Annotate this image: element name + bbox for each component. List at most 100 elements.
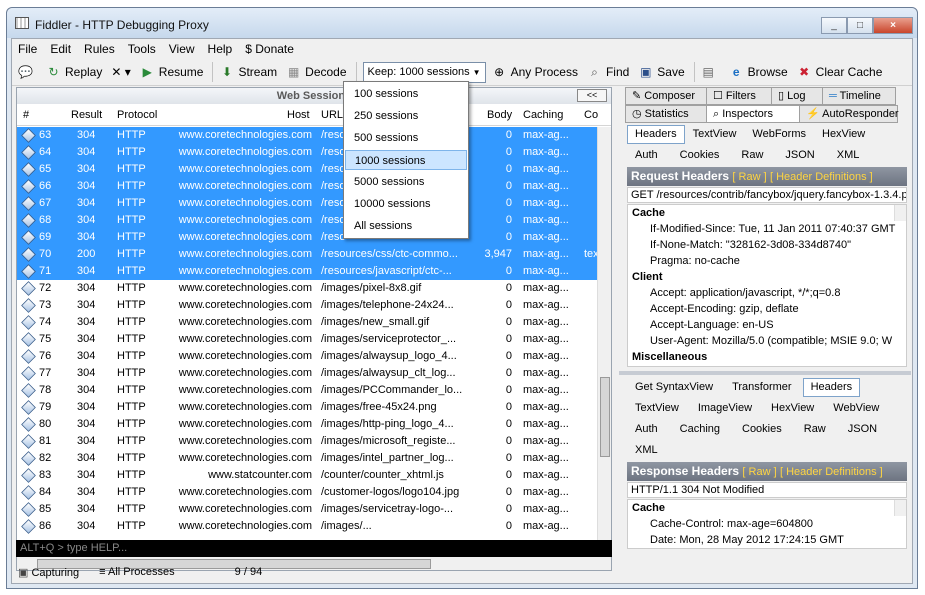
col-caching[interactable]: Caching: [523, 109, 563, 121]
resp-tab-webview[interactable]: WebView: [825, 399, 887, 418]
req-tab-raw[interactable]: Raw: [733, 146, 771, 165]
table-row[interactable]: 77 304 HTTP www.coretechnologies.com/images…: [17, 365, 597, 382]
keep-option[interactable]: 250 sessions: [345, 106, 467, 126]
comment-button[interactable]: 💬: [18, 65, 37, 80]
table-row[interactable]: 76 304 HTTP www.coretechnologies.com/images…: [17, 348, 597, 365]
screenshot-button[interactable]: ▤: [701, 65, 720, 80]
resp-tab-raw[interactable]: Raw: [796, 420, 834, 439]
maximize-button[interactable]: □: [847, 17, 873, 34]
capturing-indicator[interactable]: ▣ Capturing: [18, 566, 79, 579]
menu-donate[interactable]: $ Donate: [245, 42, 294, 56]
resp-tab-textview[interactable]: TextView: [627, 399, 687, 418]
col-content-type[interactable]: Co: [584, 109, 598, 121]
pane-splitter[interactable]: [619, 371, 911, 375]
save-button[interactable]: ▣ Save: [638, 65, 685, 80]
table-row[interactable]: 85 304 HTTP www.coretechnologies.com/images…: [17, 501, 597, 518]
col-number[interactable]: #: [23, 109, 29, 121]
table-row[interactable]: 79 304 HTTP www.coretechnologies.com/images…: [17, 399, 597, 416]
clear-cache-button[interactable]: ✖ Clear Cache: [797, 65, 882, 80]
keep-option[interactable]: 5000 sessions: [345, 172, 467, 192]
tab-timeline[interactable]: ═ Timeline: [822, 87, 896, 105]
table-row[interactable]: 82 304 HTTP www.coretechnologies.com/images…: [17, 450, 597, 467]
browse-button[interactable]: e Browse: [729, 65, 788, 80]
menu-file[interactable]: File: [18, 42, 37, 56]
table-row[interactable]: 75 304 HTTP www.coretechnologies.com/images…: [17, 331, 597, 348]
find-button[interactable]: ⌕ Find: [587, 65, 629, 80]
replay-button[interactable]: ↻ Replay: [46, 65, 102, 80]
table-row[interactable]: 67 304 HTTP www.coretechnologies.com/reso 0 m…: [17, 195, 597, 212]
resp-tab-syntaxview[interactable]: Get SyntaxView: [627, 378, 721, 397]
req-tab-headers[interactable]: Headers: [627, 125, 685, 144]
col-protocol[interactable]: Protocol: [117, 109, 157, 121]
tab-filters[interactable]: ☐ Filters: [706, 87, 772, 105]
keep-option[interactable]: All sessions: [345, 216, 467, 236]
req-tab-hexview[interactable]: HexView: [814, 125, 873, 144]
keep-sessions-dropdown[interactable]: Keep: 1000 sessions ▼: [362, 61, 486, 83]
table-row[interactable]: 83 304 HTTP www.statcounter.com/counter/cou…: [17, 467, 597, 484]
vertical-scrollbar[interactable]: [597, 127, 611, 557]
process-filter[interactable]: ≡ All Processes: [99, 566, 175, 578]
close-button[interactable]: ×: [873, 17, 913, 34]
keep-option[interactable]: 10000 sessions: [345, 194, 467, 214]
req-tab-xml[interactable]: XML: [829, 146, 868, 165]
req-tab-textview[interactable]: TextView: [685, 125, 745, 144]
req-tab-auth[interactable]: Auth: [627, 146, 666, 165]
table-row[interactable]: 63 304 HTTP www.coretechnologies.com/reso 0 m…: [17, 127, 597, 144]
resp-tab-cookies[interactable]: Cookies: [734, 420, 790, 439]
resp-tab-hexview[interactable]: HexView: [763, 399, 822, 418]
resp-raw-link[interactable]: [ Raw ]: [742, 466, 776, 478]
decode-button[interactable]: ▦ Decode: [286, 65, 347, 80]
stream-button[interactable]: ⬇ Stream: [219, 65, 277, 80]
table-row[interactable]: 72 304 HTTP www.coretechnologies.com/images…: [17, 280, 597, 297]
table-row[interactable]: 86 304 HTTP www.coretechnologies.com/images…: [17, 518, 597, 535]
keep-option[interactable]: 500 sessions: [345, 128, 467, 148]
col-url[interactable]: URL: [321, 109, 343, 121]
resp-header-definitions-link[interactable]: [ Header Definitions ]: [780, 466, 883, 478]
remove-button[interactable]: ✕ ▾: [111, 65, 130, 79]
resp-tab-caching[interactable]: Caching: [672, 420, 728, 439]
menu-rules[interactable]: Rules: [84, 42, 115, 56]
collapse-button[interactable]: <<: [577, 89, 607, 102]
resp-tab-imageview[interactable]: ImageView: [690, 399, 760, 418]
tab-statistics[interactable]: ◷ Statistics: [625, 105, 707, 123]
any-process-button[interactable]: ⊕ Any Process: [492, 65, 578, 80]
quickexec-input[interactable]: ALT+Q > type HELP...: [16, 540, 612, 557]
keep-option[interactable]: 1000 sessions: [345, 150, 467, 170]
table-row[interactable]: 74 304 HTTP www.coretechnologies.com/images…: [17, 314, 597, 331]
table-row[interactable]: 78 304 HTTP www.coretechnologies.com/images…: [17, 382, 597, 399]
table-row[interactable]: 68 304 HTTP www.coretechnologies.com/reso 0 m…: [17, 212, 597, 229]
resp-tab-xml[interactable]: XML: [627, 441, 666, 460]
table-row[interactable]: 73 304 HTTP www.coretechnologies.com/images…: [17, 297, 597, 314]
menu-edit[interactable]: Edit: [50, 42, 71, 56]
resume-button[interactable]: ▶ Resume: [140, 65, 204, 80]
tab-composer[interactable]: ✎ Composer: [625, 87, 707, 105]
header-scrollbar[interactable]: [894, 205, 906, 221]
resp-tab-auth[interactable]: Auth: [627, 420, 666, 439]
table-row[interactable]: 80 304 HTTP www.coretechnologies.com/images…: [17, 416, 597, 433]
req-tab-webforms[interactable]: WebForms: [744, 125, 814, 144]
raw-link[interactable]: [ Raw ]: [732, 171, 766, 183]
col-result[interactable]: Result: [71, 109, 102, 121]
title-bar[interactable]: Fiddler - HTTP Debugging Proxy _ □ ×: [7, 8, 917, 38]
tab-autoresponder[interactable]: ⚡ AutoResponder: [799, 105, 899, 123]
col-body[interactable]: Body: [487, 109, 512, 121]
header-scrollbar[interactable]: [894, 500, 906, 516]
resp-tab-transformer[interactable]: Transformer: [724, 378, 800, 397]
table-row[interactable]: 84 304 HTTP www.coretechnologies.com/custom…: [17, 484, 597, 501]
scroll-thumb[interactable]: [600, 377, 610, 457]
minimize-button[interactable]: _: [821, 17, 847, 34]
resp-tab-headers[interactable]: Headers: [802, 378, 861, 397]
table-row[interactable]: 66 304 HTTP www.coretechnologies.com/reso 0 m…: [17, 178, 597, 195]
table-row[interactable]: 69 304 HTTP www.coretechnologies.com/reso 0 m…: [17, 229, 597, 246]
table-row[interactable]: 71 304 HTTP www.coretechnologies.com/resour…: [17, 263, 597, 280]
table-row[interactable]: 81 304 HTTP www.coretechnologies.com/images…: [17, 433, 597, 450]
table-row[interactable]: 65 304 HTTP www.coretechnologies.com/reso 0 m…: [17, 161, 597, 178]
col-host[interactable]: Host: [287, 109, 310, 121]
keep-option[interactable]: 100 sessions: [345, 84, 467, 104]
table-row[interactable]: 64 304 HTTP www.coretechnologies.com/reso 0 m…: [17, 144, 597, 161]
req-tab-cookies[interactable]: Cookies: [672, 146, 728, 165]
header-definitions-link[interactable]: [ Header Definitions ]: [770, 171, 873, 183]
tab-log[interactable]: ▯ Log: [771, 87, 823, 105]
menu-tools[interactable]: Tools: [128, 42, 156, 56]
menu-help[interactable]: Help: [208, 42, 233, 56]
